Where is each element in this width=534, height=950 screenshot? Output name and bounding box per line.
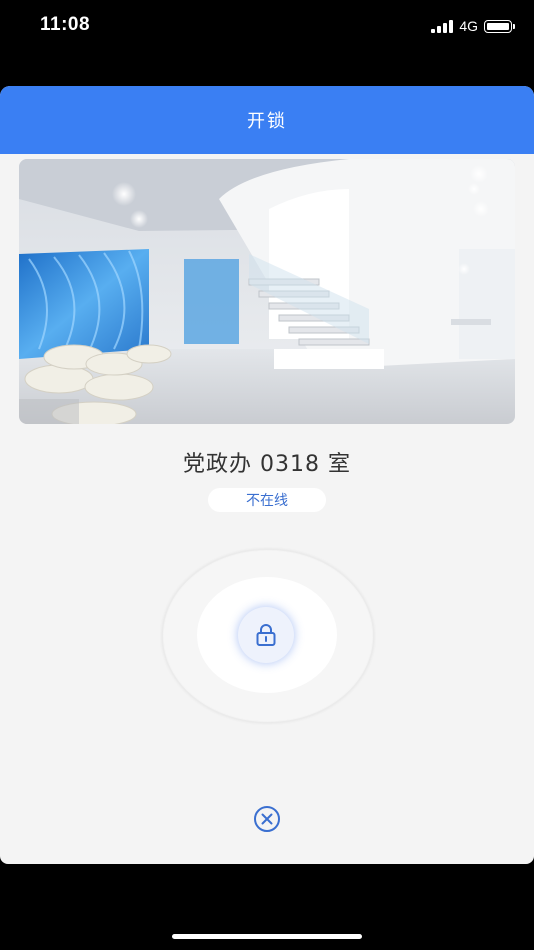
room-name: 党政办 0318 室 <box>183 452 351 477</box>
lock-icon <box>256 624 276 646</box>
close-circle-icon <box>254 806 280 832</box>
home-indicator[interactable] <box>172 934 362 939</box>
room-photo <box>19 159 515 424</box>
signal-icon <box>431 19 454 33</box>
status-time: 11:08 <box>40 14 91 35</box>
battery-icon <box>484 19 515 33</box>
unlock-button[interactable] <box>238 607 294 663</box>
sheet-header: 开锁 <box>0 86 534 154</box>
unlock-sheet: 开锁 党政办 0318 室 不在线 <box>0 86 534 864</box>
close-button[interactable] <box>252 804 282 834</box>
network-type: 4G <box>459 18 478 34</box>
page-title: 开锁 <box>247 111 287 132</box>
status-indicators: 4G <box>431 16 515 36</box>
status-bar: 11:08 4G <box>0 0 534 52</box>
status-badge: 不在线 <box>208 488 326 512</box>
